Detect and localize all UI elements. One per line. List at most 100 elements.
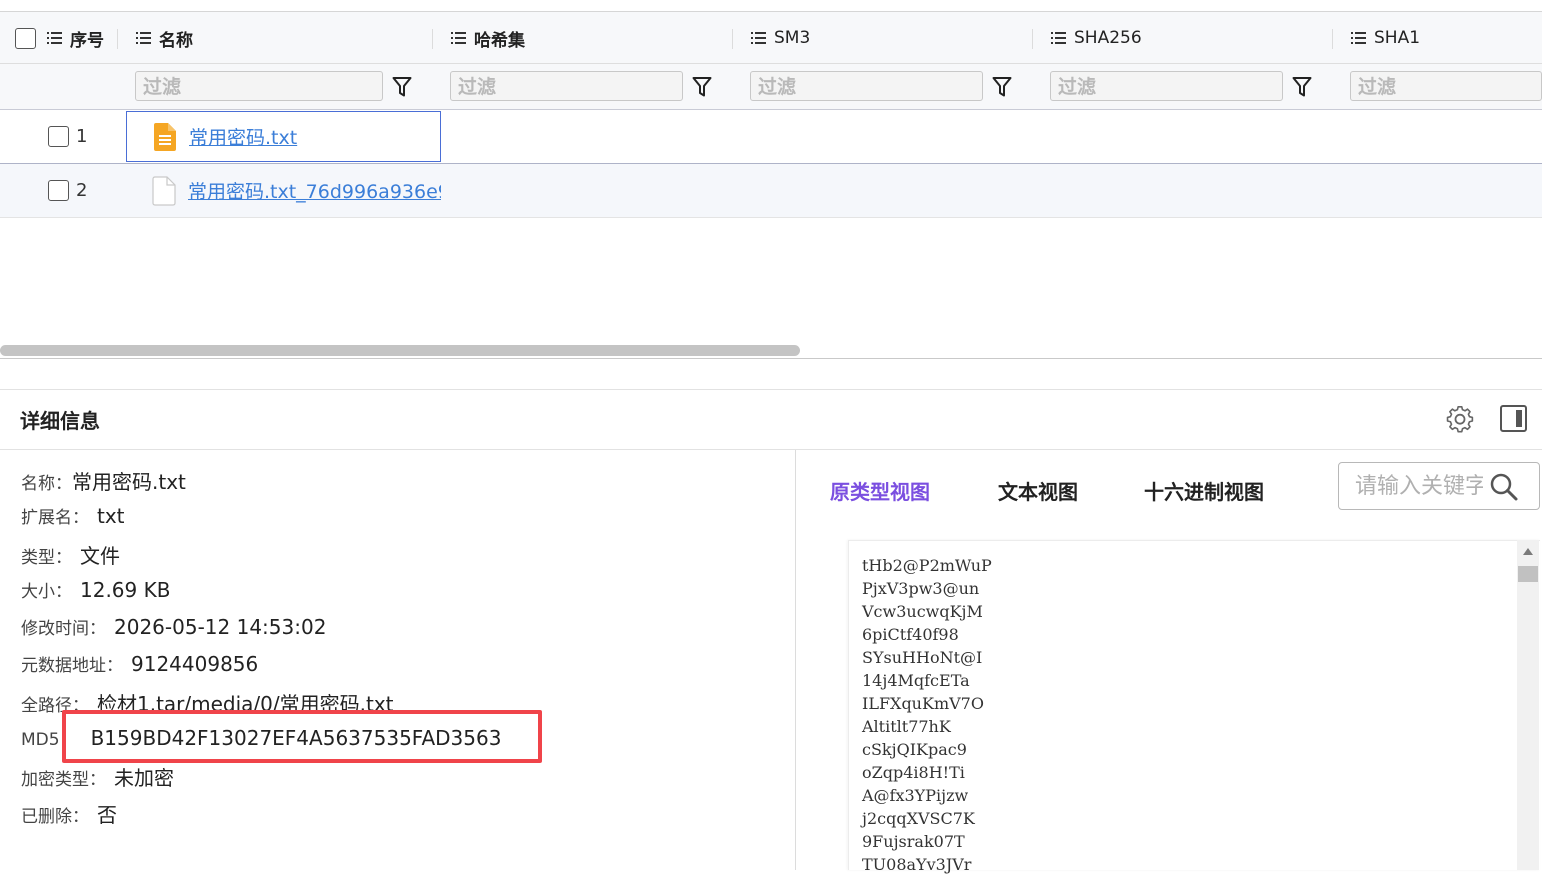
divider [0, 389, 1542, 390]
content-line: PjxV3pw3@un [862, 579, 980, 598]
column-header-label: 名称 [159, 30, 193, 51]
file-name-link[interactable]: 常用密码.txt [189, 123, 297, 150]
scrollbar-thumb[interactable] [1518, 566, 1538, 582]
select-all-checkbox[interactable] [15, 27, 36, 49]
vertical-scrollbar[interactable] [1517, 540, 1539, 870]
name-cell-selected[interactable]: 常用密码.txt [126, 111, 441, 162]
property-value: 文件 [80, 544, 120, 568]
content-line: Vcw3ucwqKjM [862, 602, 983, 621]
property-value: 12.69 KB [80, 578, 171, 602]
divider [0, 449, 1542, 450]
property-value: 未加密 [114, 766, 174, 790]
horizontal-scrollbar[interactable] [0, 345, 800, 356]
hashset-filter-input[interactable]: 过滤 [450, 71, 683, 101]
sm3-filter-input[interactable]: 过滤 [750, 71, 983, 101]
blank-file-icon [152, 175, 176, 206]
property-item: 类型： 文件 [21, 540, 120, 569]
filter-funnel-icon[interactable] [392, 76, 412, 98]
filter-funnel-icon[interactable] [1292, 76, 1312, 98]
header-cell-name[interactable]: 名称 [136, 12, 193, 64]
property-key: 元数据地址： [21, 656, 123, 676]
property-value: 9124409856 [131, 652, 259, 676]
property-key: 类型： [21, 548, 72, 568]
search-input[interactable] [1355, 471, 1483, 501]
property-item: 修改时间： 2026-05-12 14:53:02 [21, 614, 326, 639]
property-value: 否 [97, 803, 117, 827]
property-value: txt [97, 504, 125, 528]
content-text: tHb2@P2mWuP PjxV3pw3@un Vcw3ucwqKjM 6piCtf4… [862, 554, 992, 876]
content-line: TU08aYv3JVr [862, 855, 972, 874]
column-header-label: SHA1 [1374, 28, 1421, 48]
column-separator[interactable] [432, 29, 433, 49]
column-header-label: SM3 [774, 28, 811, 48]
list-icon [1351, 32, 1366, 44]
tab-original-view[interactable]: 原类型视图 [830, 476, 930, 505]
content-line: ILFXquKmV7O [862, 694, 984, 713]
content-line: tHb2@P2mWuP [862, 556, 992, 575]
property-item: 扩展名： txt [21, 503, 125, 528]
header-cell-sha256[interactable]: SHA256 [1051, 12, 1142, 64]
content-line: 9Fujsrak07T [862, 832, 965, 851]
filter-funnel-icon[interactable] [992, 76, 1012, 98]
property-item: 元数据地址： 9124409856 [21, 651, 258, 676]
md5-highlight-box [62, 710, 542, 763]
property-key: 扩展名： [21, 508, 89, 528]
filter-funnel-icon[interactable] [692, 76, 712, 98]
property-item: 大小： 12.69 KB [21, 577, 170, 602]
column-separator[interactable] [1032, 29, 1033, 49]
property-key: 大小： [21, 582, 72, 602]
file-grid: 序号 名称 哈希集 SM3 SHA256 SHA1 过滤 过滤 过滤 过滤 过滤… [0, 0, 1542, 358]
column-separator[interactable] [732, 29, 733, 49]
list-icon [451, 32, 466, 44]
sha256-filter-input[interactable]: 过滤 [1050, 71, 1283, 101]
panel-splitter[interactable] [795, 450, 796, 870]
header-cell-sm3[interactable]: SM3 [751, 12, 810, 64]
divider [0, 358, 1542, 359]
list-icon [1051, 32, 1066, 44]
property-key: 名称： [21, 474, 72, 494]
file-name-link[interactable]: 常用密码.txt_76d996a936e9 [188, 177, 441, 204]
sha1-filter-input[interactable]: 过滤 [1350, 71, 1542, 101]
tab-text-view[interactable]: 文本视图 [998, 476, 1078, 505]
content-line: j2cqqXVSC7K [862, 809, 975, 828]
gear-icon[interactable] [1446, 405, 1474, 433]
panel-toggle-icon[interactable] [1500, 405, 1527, 432]
table-row[interactable]: 1 常用密码.txt [0, 110, 1542, 164]
content-line: cSkjQIKpac9 [862, 740, 967, 759]
name-filter-input[interactable]: 过滤 [135, 71, 383, 101]
column-header-label: 哈希集 [474, 30, 525, 51]
text-file-icon [154, 122, 176, 151]
keyword-search-box[interactable] [1338, 462, 1540, 510]
property-item: 加密类型： 未加密 [21, 762, 174, 791]
search-icon[interactable] [1489, 472, 1519, 502]
list-icon [136, 32, 151, 44]
row-index: 1 [76, 126, 88, 147]
tab-hex-view[interactable]: 十六进制视图 [1144, 476, 1264, 505]
row-checkbox[interactable] [48, 126, 69, 147]
file-content-viewer[interactable]: tHb2@P2mWuP PjxV3pw3@un Vcw3ucwqKjM 6piCtf4… [848, 540, 1540, 874]
content-line: 14j4MqfcETa [862, 671, 970, 690]
list-icon [47, 32, 62, 44]
content-line: oZqp4i8H!Ti [862, 763, 965, 782]
content-line: SYsuHHoNt@I [862, 648, 983, 667]
grid-filter-row: 过滤 过滤 过滤 过滤 过滤 [0, 64, 1542, 110]
property-key: 加密类型： [21, 770, 106, 790]
table-row[interactable]: 2 常用密码.txt_76d996a936e9 [0, 164, 1542, 218]
name-cell[interactable]: 常用密码.txt_76d996a936e9 [126, 165, 441, 216]
property-item: 已删除： 否 [21, 799, 117, 828]
property-value: 常用密码.txt [72, 470, 186, 494]
list-icon [751, 32, 766, 44]
content-line: Altitlt77hK [862, 717, 951, 736]
header-cell-hashset[interactable]: 哈希集 [451, 12, 525, 64]
column-separator[interactable] [117, 29, 118, 49]
property-key: 已删除： [21, 807, 89, 827]
header-cell-index[interactable]: 序号 [15, 12, 104, 64]
column-separator[interactable] [1332, 29, 1333, 49]
property-value: 2026-05-12 14:53:02 [114, 615, 327, 639]
row-checkbox[interactable] [48, 180, 69, 201]
row-index: 2 [76, 180, 88, 201]
scroll-up-arrow-icon[interactable] [1523, 548, 1533, 555]
detail-panel-title: 详细信息 [20, 409, 100, 433]
header-cell-sha1[interactable]: SHA1 [1351, 12, 1420, 64]
column-header-label: 序号 [70, 30, 104, 51]
